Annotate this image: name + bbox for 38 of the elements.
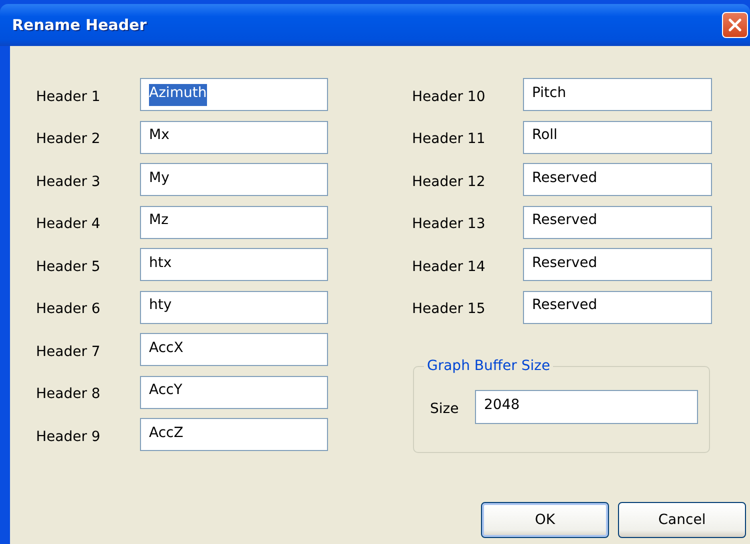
field-label: Header 11 [412, 130, 486, 147]
field-label: Header 2 [36, 130, 102, 147]
input-field[interactable]: Reserved [523, 248, 712, 281]
input-field[interactable]: Pitch [523, 78, 712, 111]
field-label: Header 8 [36, 385, 102, 402]
field-label: Size [430, 400, 460, 416]
window-title: Rename Header [12, 16, 147, 34]
field-label: Header 5 [36, 258, 102, 274]
input-field[interactable]: My [140, 163, 328, 196]
field-label: Header 9 [36, 428, 102, 444]
input-field[interactable]: AccY [140, 376, 328, 408]
field-label: Header 10 [412, 88, 486, 104]
input-field[interactable]: AccZ [140, 418, 328, 451]
input-field[interactable]: Reserved [523, 163, 712, 196]
dialog-button[interactable]: OK [481, 502, 609, 538]
close-icon [728, 18, 742, 32]
input-field[interactable]: Mx [140, 120, 328, 154]
input-field[interactable]: hty [140, 290, 328, 324]
field-label: Header 1 [36, 88, 102, 104]
close-button[interactable] [722, 12, 748, 38]
dialog-button[interactable]: Cancel [618, 502, 746, 538]
input-field[interactable]: htx [140, 248, 328, 281]
field-label: Header 7 [36, 342, 102, 360]
field-label: Header 14 [412, 258, 486, 274]
field-label: Header 4 [36, 215, 102, 232]
group-title: Graph Buffer Size [426, 358, 552, 374]
input-field[interactable]: Reserved [523, 290, 712, 324]
input-field[interactable]: 2048 [475, 390, 698, 424]
input-field[interactable]: AccX [140, 333, 328, 366]
field-label: Header 3 [36, 172, 102, 190]
input-field[interactable]: Mz [140, 206, 328, 238]
field-label: Header 6 [36, 300, 102, 317]
input-field[interactable]: Roll [523, 120, 712, 154]
input-field[interactable]: Reserved [523, 206, 712, 238]
field-label: Header 12 [412, 172, 486, 190]
field-label: Header 15 [412, 300, 486, 317]
input-field[interactable]: Azimuth [140, 78, 328, 111]
field-label: Header 13 [412, 215, 486, 232]
